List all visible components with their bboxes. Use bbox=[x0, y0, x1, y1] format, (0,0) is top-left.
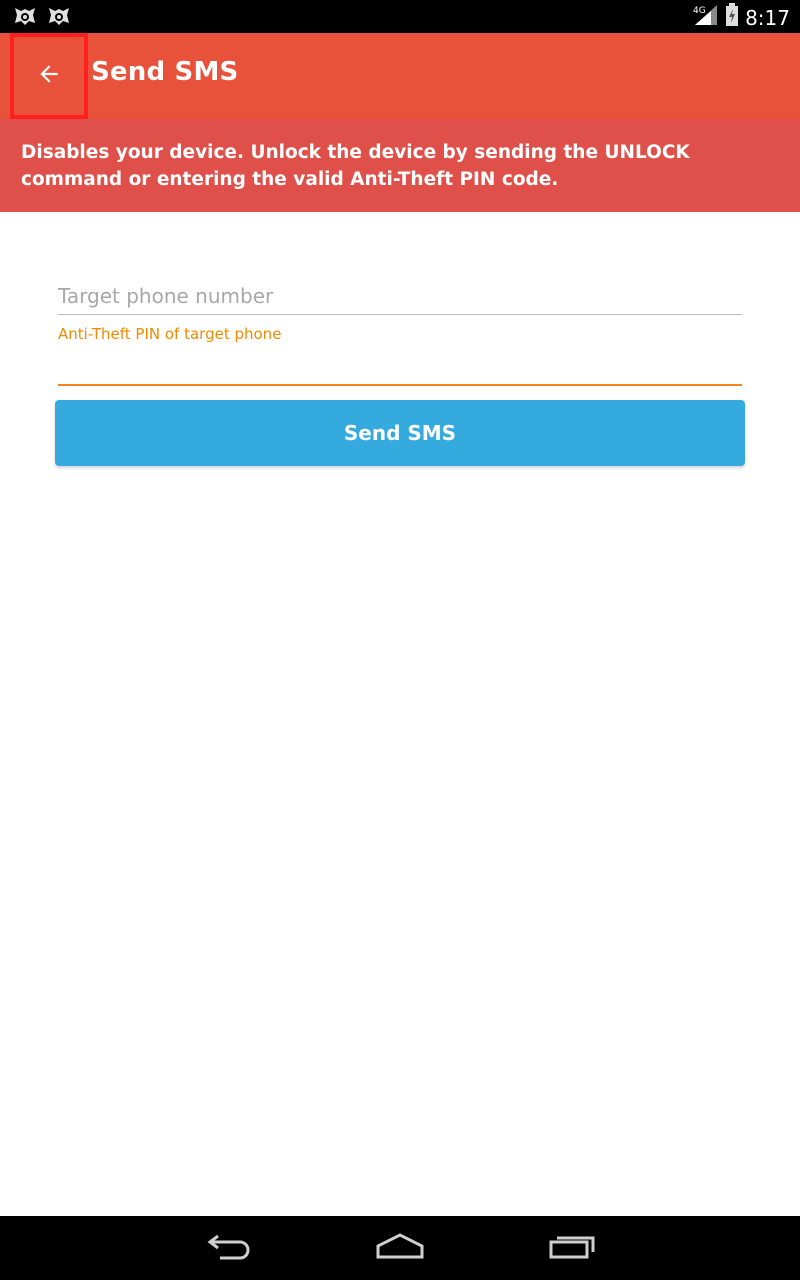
network-type-label: 4G bbox=[693, 6, 706, 16]
status-bar: 4G 8:17 bbox=[0, 0, 800, 33]
info-banner-text: Disables your device. Unlock the device … bbox=[21, 142, 690, 190]
back-nav-icon bbox=[206, 1232, 254, 1264]
clock: 8:17 bbox=[745, 5, 790, 30]
back-button[interactable] bbox=[10, 33, 88, 119]
signal-icon: 4G bbox=[693, 3, 719, 32]
notification-area bbox=[12, 5, 72, 33]
nav-home-button[interactable] bbox=[370, 1230, 430, 1266]
pin-field-label: Anti-Theft PIN of target phone bbox=[58, 325, 282, 343]
battery-icon bbox=[725, 3, 739, 32]
nav-back-button[interactable] bbox=[200, 1230, 260, 1266]
page-title: Send SMS bbox=[91, 57, 239, 87]
info-banner: Disables your device. Unlock the device … bbox=[0, 119, 800, 212]
app-notification-icon bbox=[46, 5, 72, 33]
recent-apps-icon bbox=[547, 1232, 597, 1264]
nav-bar bbox=[0, 1216, 800, 1280]
target-phone-placeholder: Target phone number bbox=[58, 284, 274, 308]
system-status: 4G 8:17 bbox=[693, 3, 790, 32]
pin-input[interactable] bbox=[58, 350, 742, 386]
app-bar: Send SMS bbox=[0, 33, 800, 119]
home-nav-icon bbox=[374, 1232, 426, 1264]
app-notification-icon bbox=[12, 5, 38, 33]
screen: 4G 8:17 Send SMS Disables your device. U… bbox=[0, 0, 800, 1280]
nav-recent-button[interactable] bbox=[542, 1230, 602, 1266]
target-phone-input[interactable]: Target phone number bbox=[58, 280, 742, 315]
send-sms-button[interactable]: Send SMS bbox=[55, 400, 745, 466]
arrow-back-icon bbox=[36, 61, 62, 91]
